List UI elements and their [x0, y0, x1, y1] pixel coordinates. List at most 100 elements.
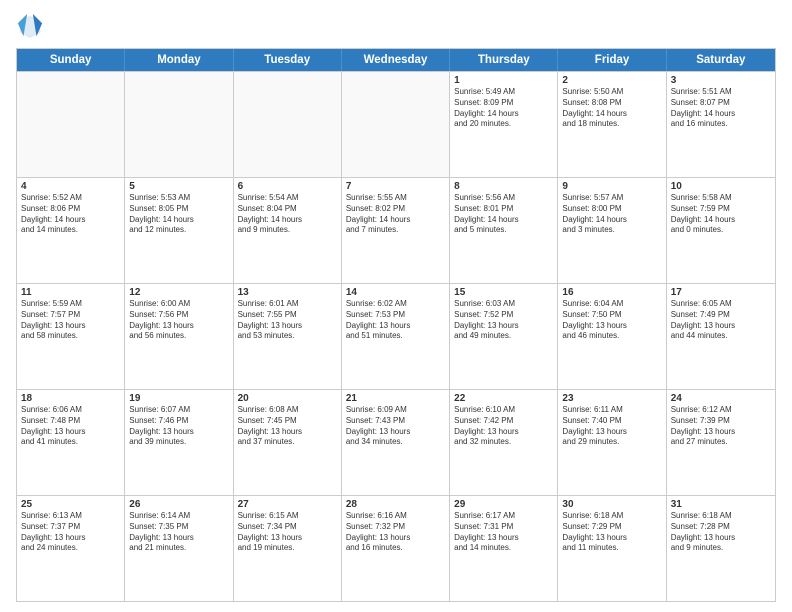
day-number: 23: [562, 393, 661, 404]
day-cell: 4Sunrise: 5:52 AM Sunset: 8:06 PM Daylig…: [17, 178, 125, 283]
day-number: 13: [238, 287, 337, 298]
day-cell: 15Sunrise: 6:03 AM Sunset: 7:52 PM Dayli…: [450, 284, 558, 389]
day-number: 17: [671, 287, 771, 298]
day-number: 21: [346, 393, 445, 404]
day-header-sunday: Sunday: [17, 49, 125, 71]
day-number: 27: [238, 499, 337, 510]
day-cell: 3Sunrise: 5:51 AM Sunset: 8:07 PM Daylig…: [667, 72, 775, 177]
day-number: 24: [671, 393, 771, 404]
day-info: Sunrise: 6:02 AM Sunset: 7:53 PM Dayligh…: [346, 299, 445, 342]
day-info: Sunrise: 6:17 AM Sunset: 7:31 PM Dayligh…: [454, 511, 553, 554]
day-cell: 11Sunrise: 5:59 AM Sunset: 7:57 PM Dayli…: [17, 284, 125, 389]
day-cell: 29Sunrise: 6:17 AM Sunset: 7:31 PM Dayli…: [450, 496, 558, 601]
day-cell: 12Sunrise: 6:00 AM Sunset: 7:56 PM Dayli…: [125, 284, 233, 389]
day-header-thursday: Thursday: [450, 49, 558, 71]
day-info: Sunrise: 6:07 AM Sunset: 7:46 PM Dayligh…: [129, 405, 228, 448]
day-info: Sunrise: 5:55 AM Sunset: 8:02 PM Dayligh…: [346, 193, 445, 236]
day-cell: [342, 72, 450, 177]
day-cell: 22Sunrise: 6:10 AM Sunset: 7:42 PM Dayli…: [450, 390, 558, 495]
day-info: Sunrise: 6:05 AM Sunset: 7:49 PM Dayligh…: [671, 299, 771, 342]
day-cell: 7Sunrise: 5:55 AM Sunset: 8:02 PM Daylig…: [342, 178, 450, 283]
day-number: 2: [562, 75, 661, 86]
day-info: Sunrise: 6:18 AM Sunset: 7:29 PM Dayligh…: [562, 511, 661, 554]
day-number: 4: [21, 181, 120, 192]
day-info: Sunrise: 6:18 AM Sunset: 7:28 PM Dayligh…: [671, 511, 771, 554]
day-info: Sunrise: 6:12 AM Sunset: 7:39 PM Dayligh…: [671, 405, 771, 448]
calendar: SundayMondayTuesdayWednesdayThursdayFrid…: [16, 48, 776, 602]
day-number: 14: [346, 287, 445, 298]
day-cell: 13Sunrise: 6:01 AM Sunset: 7:55 PM Dayli…: [234, 284, 342, 389]
logo: [16, 12, 48, 40]
week-row-5: 25Sunrise: 6:13 AM Sunset: 7:37 PM Dayli…: [17, 495, 775, 601]
day-number: 15: [454, 287, 553, 298]
week-row-3: 11Sunrise: 5:59 AM Sunset: 7:57 PM Dayli…: [17, 283, 775, 389]
day-info: Sunrise: 6:16 AM Sunset: 7:32 PM Dayligh…: [346, 511, 445, 554]
day-info: Sunrise: 5:54 AM Sunset: 8:04 PM Dayligh…: [238, 193, 337, 236]
day-info: Sunrise: 5:52 AM Sunset: 8:06 PM Dayligh…: [21, 193, 120, 236]
day-cell: [17, 72, 125, 177]
day-cell: 18Sunrise: 6:06 AM Sunset: 7:48 PM Dayli…: [17, 390, 125, 495]
day-number: 22: [454, 393, 553, 404]
day-cell: 30Sunrise: 6:18 AM Sunset: 7:29 PM Dayli…: [558, 496, 666, 601]
day-info: Sunrise: 6:08 AM Sunset: 7:45 PM Dayligh…: [238, 405, 337, 448]
day-info: Sunrise: 5:49 AM Sunset: 8:09 PM Dayligh…: [454, 87, 553, 130]
day-cell: 23Sunrise: 6:11 AM Sunset: 7:40 PM Dayli…: [558, 390, 666, 495]
day-cell: 28Sunrise: 6:16 AM Sunset: 7:32 PM Dayli…: [342, 496, 450, 601]
day-info: Sunrise: 6:14 AM Sunset: 7:35 PM Dayligh…: [129, 511, 228, 554]
day-cell: 31Sunrise: 6:18 AM Sunset: 7:28 PM Dayli…: [667, 496, 775, 601]
day-number: 8: [454, 181, 553, 192]
day-header-friday: Friday: [558, 49, 666, 71]
week-row-2: 4Sunrise: 5:52 AM Sunset: 8:06 PM Daylig…: [17, 177, 775, 283]
day-cell: [234, 72, 342, 177]
day-cell: 21Sunrise: 6:09 AM Sunset: 7:43 PM Dayli…: [342, 390, 450, 495]
page: SundayMondayTuesdayWednesdayThursdayFrid…: [0, 0, 792, 612]
day-cell: 1Sunrise: 5:49 AM Sunset: 8:09 PM Daylig…: [450, 72, 558, 177]
day-cell: 2Sunrise: 5:50 AM Sunset: 8:08 PM Daylig…: [558, 72, 666, 177]
day-cell: 5Sunrise: 5:53 AM Sunset: 8:05 PM Daylig…: [125, 178, 233, 283]
day-number: 1: [454, 75, 553, 86]
day-info: Sunrise: 5:51 AM Sunset: 8:07 PM Dayligh…: [671, 87, 771, 130]
day-cell: 10Sunrise: 5:58 AM Sunset: 7:59 PM Dayli…: [667, 178, 775, 283]
day-info: Sunrise: 6:00 AM Sunset: 7:56 PM Dayligh…: [129, 299, 228, 342]
day-info: Sunrise: 5:58 AM Sunset: 7:59 PM Dayligh…: [671, 193, 771, 236]
week-row-4: 18Sunrise: 6:06 AM Sunset: 7:48 PM Dayli…: [17, 389, 775, 495]
day-info: Sunrise: 5:59 AM Sunset: 7:57 PM Dayligh…: [21, 299, 120, 342]
day-number: 28: [346, 499, 445, 510]
day-info: Sunrise: 5:50 AM Sunset: 8:08 PM Dayligh…: [562, 87, 661, 130]
day-number: 7: [346, 181, 445, 192]
day-number: 12: [129, 287, 228, 298]
day-info: Sunrise: 6:06 AM Sunset: 7:48 PM Dayligh…: [21, 405, 120, 448]
day-number: 6: [238, 181, 337, 192]
day-cell: 24Sunrise: 6:12 AM Sunset: 7:39 PM Dayli…: [667, 390, 775, 495]
day-header-tuesday: Tuesday: [234, 49, 342, 71]
day-header-saturday: Saturday: [667, 49, 775, 71]
day-info: Sunrise: 5:56 AM Sunset: 8:01 PM Dayligh…: [454, 193, 553, 236]
day-number: 9: [562, 181, 661, 192]
day-number: 5: [129, 181, 228, 192]
day-info: Sunrise: 6:09 AM Sunset: 7:43 PM Dayligh…: [346, 405, 445, 448]
day-number: 19: [129, 393, 228, 404]
calendar-body: 1Sunrise: 5:49 AM Sunset: 8:09 PM Daylig…: [17, 71, 775, 601]
day-info: Sunrise: 6:11 AM Sunset: 7:40 PM Dayligh…: [562, 405, 661, 448]
day-cell: 20Sunrise: 6:08 AM Sunset: 7:45 PM Dayli…: [234, 390, 342, 495]
day-info: Sunrise: 6:01 AM Sunset: 7:55 PM Dayligh…: [238, 299, 337, 342]
day-info: Sunrise: 6:04 AM Sunset: 7:50 PM Dayligh…: [562, 299, 661, 342]
day-header-monday: Monday: [125, 49, 233, 71]
day-cell: [125, 72, 233, 177]
day-cell: 9Sunrise: 5:57 AM Sunset: 8:00 PM Daylig…: [558, 178, 666, 283]
day-info: Sunrise: 6:03 AM Sunset: 7:52 PM Dayligh…: [454, 299, 553, 342]
day-number: 10: [671, 181, 771, 192]
day-cell: 14Sunrise: 6:02 AM Sunset: 7:53 PM Dayli…: [342, 284, 450, 389]
day-headers: SundayMondayTuesdayWednesdayThursdayFrid…: [17, 49, 775, 71]
logo-icon: [16, 12, 44, 40]
day-info: Sunrise: 6:10 AM Sunset: 7:42 PM Dayligh…: [454, 405, 553, 448]
day-info: Sunrise: 5:53 AM Sunset: 8:05 PM Dayligh…: [129, 193, 228, 236]
day-number: 31: [671, 499, 771, 510]
day-cell: 16Sunrise: 6:04 AM Sunset: 7:50 PM Dayli…: [558, 284, 666, 389]
day-info: Sunrise: 5:57 AM Sunset: 8:00 PM Dayligh…: [562, 193, 661, 236]
day-info: Sunrise: 6:13 AM Sunset: 7:37 PM Dayligh…: [21, 511, 120, 554]
day-number: 18: [21, 393, 120, 404]
day-info: Sunrise: 6:15 AM Sunset: 7:34 PM Dayligh…: [238, 511, 337, 554]
day-cell: 27Sunrise: 6:15 AM Sunset: 7:34 PM Dayli…: [234, 496, 342, 601]
day-number: 16: [562, 287, 661, 298]
